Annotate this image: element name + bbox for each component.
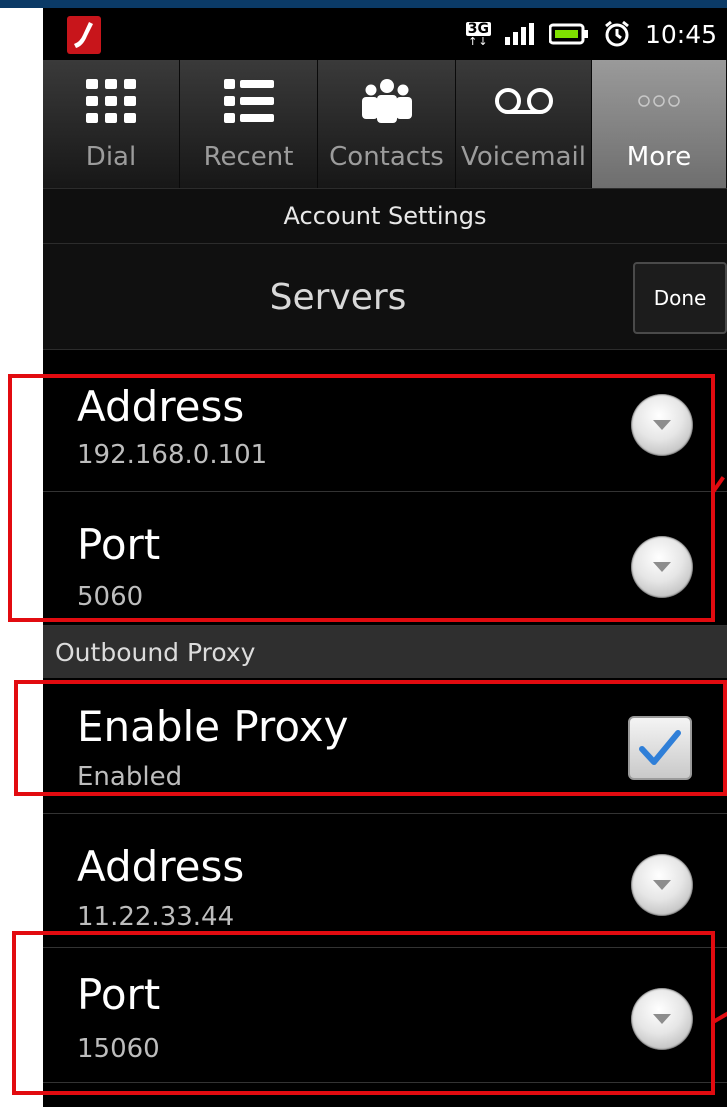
tab-bar: Dial Recent Contacts Voicemail More [43, 60, 727, 188]
contacts-icon [357, 72, 417, 130]
tab-contacts-label: Contacts [329, 142, 444, 172]
list-icon [222, 72, 276, 130]
proxy-port-row[interactable]: Port 15060 [43, 948, 727, 1083]
done-button[interactable]: Done [633, 262, 727, 334]
server-address-value: 192.168.0.101 [77, 440, 268, 470]
account-settings-bar: Account Settings [43, 188, 727, 244]
proxy-port-value: 15060 [77, 1034, 160, 1064]
enable-proxy-value: Enabled [77, 762, 183, 792]
alarm-icon [605, 20, 629, 47]
network-arrows: ↑↓ [468, 34, 489, 48]
voicemail-icon [494, 72, 554, 130]
signal-icon [504, 23, 534, 45]
proxy-address-value: 11.22.33.44 [77, 902, 235, 932]
app-phone-icon [67, 16, 101, 54]
chevron-down-icon [653, 1014, 671, 1024]
battery-icon [548, 23, 588, 45]
dialpad-icon [84, 72, 138, 130]
clock-time: 10:45 [644, 19, 717, 49]
chevron-down-icon [653, 562, 671, 572]
chevron-down-icon [653, 880, 671, 890]
enable-proxy-title: Enable Proxy [77, 702, 349, 751]
more-icon [637, 72, 681, 130]
tab-dial-label: Dial [85, 142, 137, 172]
outbound-proxy-label: Outbound Proxy [55, 637, 256, 667]
proxy-address-dropdown[interactable] [631, 854, 693, 916]
status-bar: 3G ↑↓ 10:45 [43, 8, 727, 60]
window-top-strip [0, 0, 727, 8]
server-address-row[interactable]: Address 192.168.0.101 [43, 350, 727, 492]
proxy-address-title: Address [77, 842, 245, 891]
tab-more[interactable]: More [592, 60, 727, 188]
account-settings-title: Account Settings [283, 202, 487, 230]
network-3g-icon: 3G ↑↓ [465, 20, 491, 48]
tab-voicemail[interactable]: Voicemail [456, 60, 592, 188]
tab-contacts[interactable]: Contacts [318, 60, 456, 188]
chevron-down-icon [653, 420, 671, 430]
network-type-label: 3G [465, 20, 491, 37]
enable-proxy-checkbox[interactable] [628, 716, 692, 780]
tab-recent-label: Recent [203, 142, 294, 172]
server-port-title: Port [77, 520, 161, 569]
server-port-value: 5060 [77, 582, 144, 612]
proxy-port-dropdown[interactable] [631, 988, 693, 1050]
outbound-proxy-section: Outbound Proxy [43, 626, 727, 678]
servers-header: Servers Done [43, 244, 727, 350]
tab-more-label: More [626, 142, 692, 172]
page-title: Servers [269, 276, 407, 318]
tab-voicemail-label: Voicemail [461, 142, 586, 172]
tab-dial[interactable]: Dial [43, 60, 180, 188]
server-address-dropdown[interactable] [631, 394, 693, 456]
tab-recent[interactable]: Recent [180, 60, 318, 188]
proxy-address-row[interactable]: Address 11.22.33.44 [43, 814, 727, 948]
phone-screen: 3G ↑↓ 10:45 Dial Recent Contacts Voicema… [43, 8, 727, 1107]
enable-proxy-row[interactable]: Enable Proxy Enabled [43, 678, 727, 814]
server-port-row[interactable]: Port 5060 [43, 492, 727, 626]
server-address-title: Address [77, 382, 245, 431]
proxy-port-title: Port [77, 970, 161, 1019]
server-port-dropdown[interactable] [631, 536, 693, 598]
checkmark-icon [639, 730, 681, 765]
